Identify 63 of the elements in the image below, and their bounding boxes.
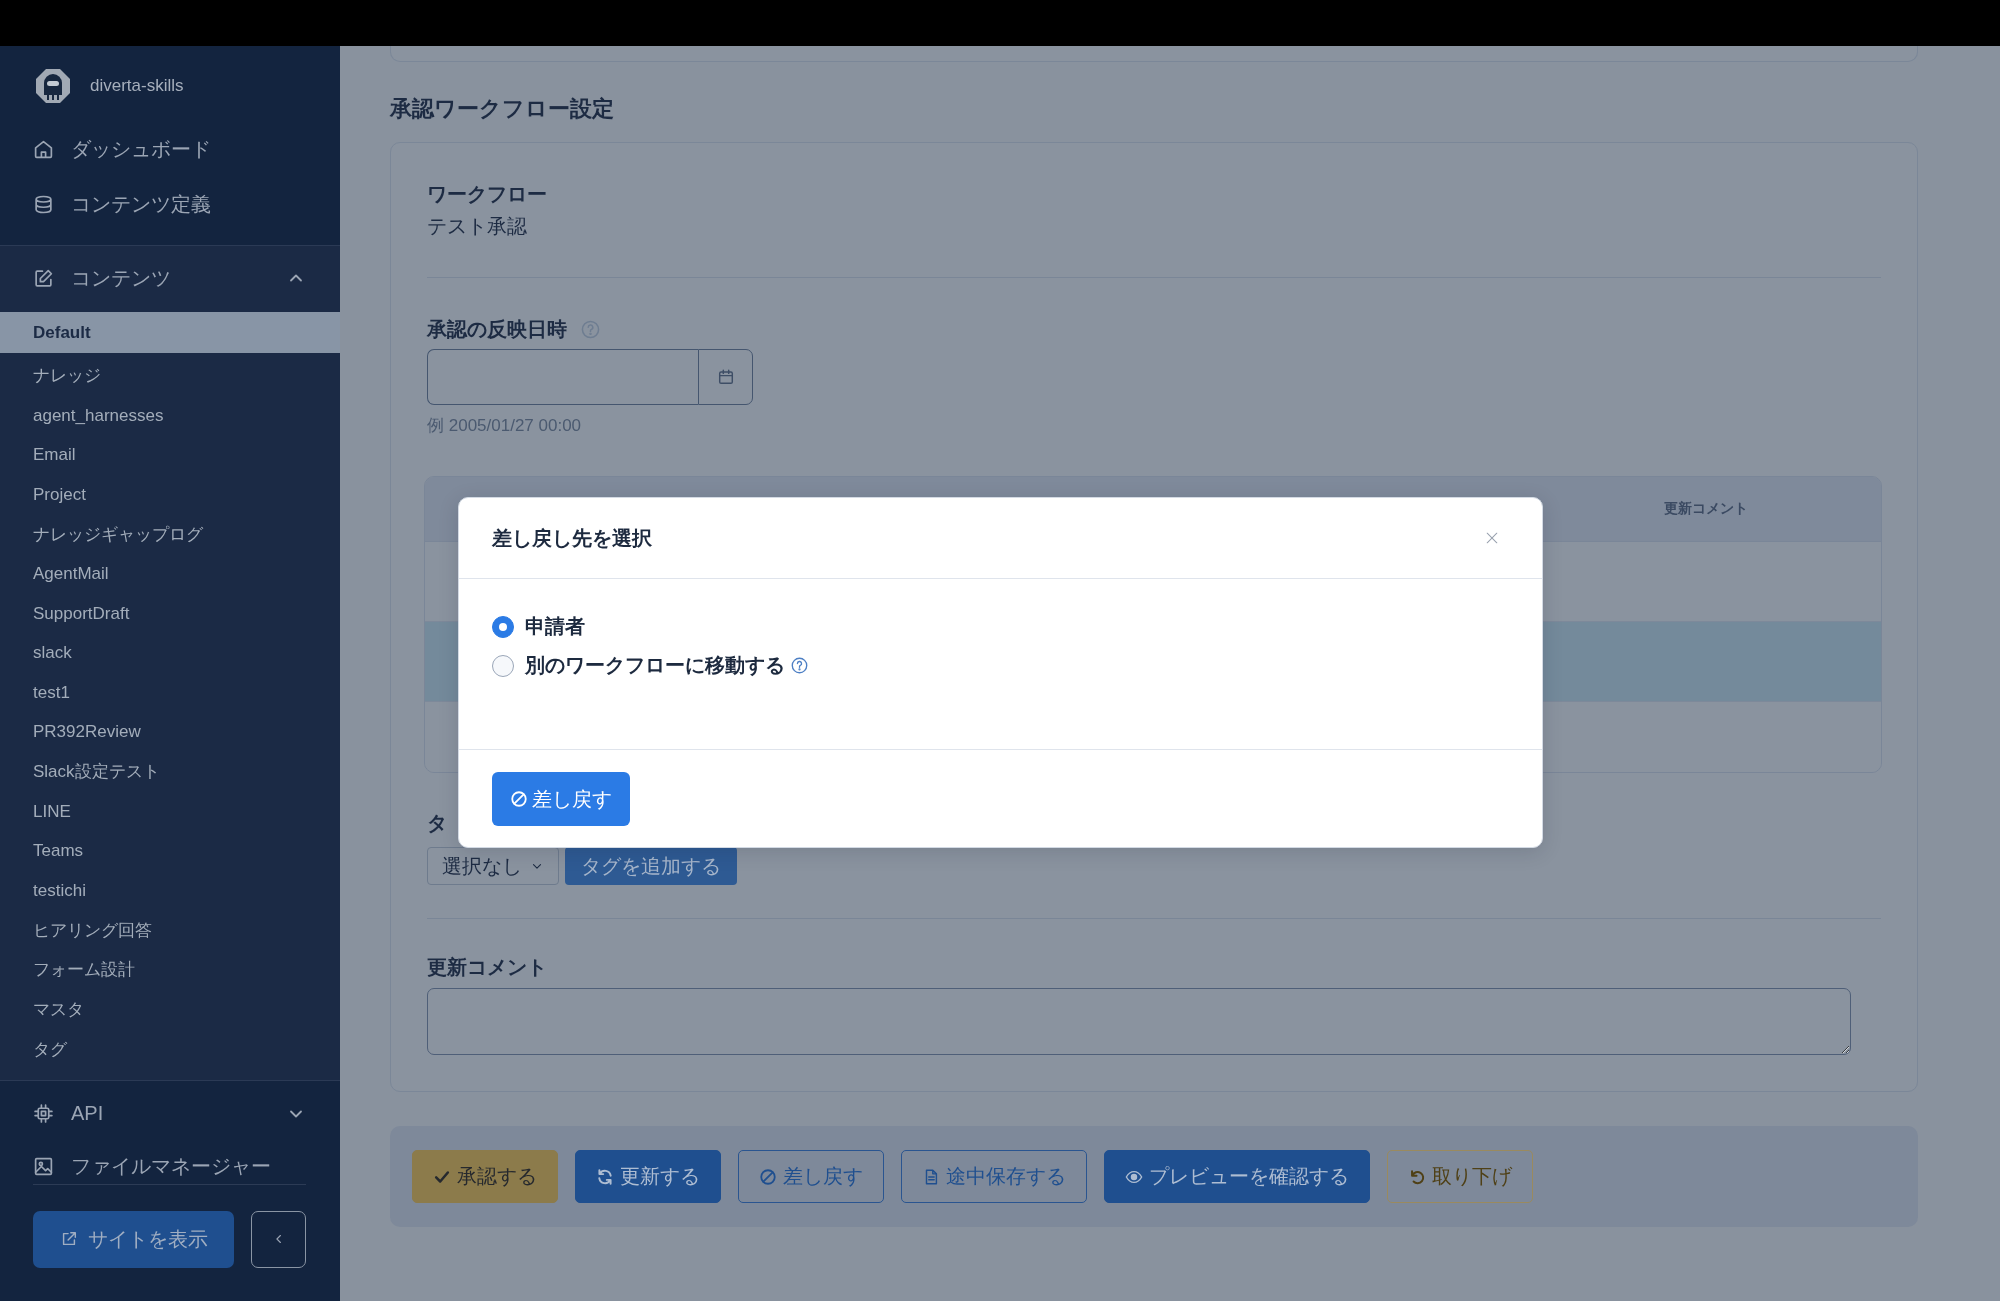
view-site-button[interactable]: サイトを表示 bbox=[33, 1210, 234, 1268]
prohibited-icon bbox=[759, 1167, 777, 1186]
radio-button[interactable] bbox=[492, 615, 514, 638]
sidebar-link[interactable]: ファイルマネージャー bbox=[33, 1148, 306, 1185]
return-button[interactable]: 差し戻す bbox=[492, 772, 630, 826]
modal-title: 差し戻し先を選択 bbox=[492, 525, 652, 551]
sidebar-group-toggle[interactable]: API bbox=[0, 1088, 340, 1139]
close-button[interactable] bbox=[1484, 530, 1500, 546]
sidebar-item[interactable]: test1 bbox=[0, 672, 340, 713]
help-icon bbox=[581, 319, 600, 339]
comment-field[interactable] bbox=[427, 988, 1851, 1055]
field-label: タ bbox=[427, 811, 447, 836]
calendar-button[interactable] bbox=[698, 349, 753, 405]
sidebar-item[interactable]: AgentMail bbox=[0, 554, 340, 594]
database-icon bbox=[33, 193, 54, 215]
column-header: 更新コメント bbox=[1663, 500, 1749, 518]
action-button[interactable]: プレビューを確認する bbox=[1104, 1150, 1370, 1203]
date-input[interactable] bbox=[427, 349, 698, 405]
sidebar-item[interactable]: マスタ bbox=[0, 989, 340, 1030]
chip-icon bbox=[33, 1103, 54, 1125]
sidebar-item[interactable]: Teams bbox=[0, 831, 340, 871]
radio-label[interactable]: 別のワークフローに移動する bbox=[525, 652, 785, 679]
sidebar-item[interactable]: testichi bbox=[0, 870, 340, 911]
sidebar-item[interactable]: Default bbox=[0, 312, 340, 353]
prohibited-icon bbox=[510, 790, 528, 808]
sidebar-item[interactable]: ヒアリング回答 bbox=[0, 910, 340, 951]
home-icon bbox=[33, 138, 54, 160]
site-name: diverta-skills bbox=[90, 76, 184, 96]
close-icon bbox=[1484, 530, 1500, 546]
nav-item[interactable]: ダッシュボード bbox=[0, 121, 340, 177]
radio-button[interactable] bbox=[492, 654, 514, 677]
tag-select[interactable]: 選択なし bbox=[427, 847, 559, 885]
edit-icon bbox=[33, 267, 54, 289]
collapse-sidebar-button[interactable] bbox=[251, 1210, 306, 1268]
sidebar-item[interactable]: PR392Review bbox=[0, 712, 340, 753]
sidebar-item[interactable]: Email bbox=[0, 435, 340, 475]
radio-label[interactable]: 申請者 bbox=[525, 613, 585, 640]
field-hint: 例 2005/01/27 00:00 bbox=[427, 415, 582, 437]
sidebar-item[interactable]: SupportDraft bbox=[0, 593, 340, 634]
field-label: ワークフロー bbox=[427, 182, 547, 207]
field-value: テスト承認 bbox=[427, 214, 527, 239]
field-label: 承認の反映日時 bbox=[427, 317, 567, 342]
sidebar-item[interactable]: ナレッジ bbox=[0, 356, 340, 396]
image-icon bbox=[33, 1155, 54, 1177]
logo-icon bbox=[35, 68, 71, 104]
sidebar-item[interactable]: Slack設定テスト bbox=[0, 752, 340, 792]
sidebar-item[interactable]: フォーム設計 bbox=[0, 950, 340, 990]
action-button[interactable]: 承認する bbox=[412, 1150, 558, 1203]
sidebar-item[interactable]: slack bbox=[0, 633, 340, 673]
calendar-icon bbox=[716, 368, 735, 386]
section-title: 承認ワークフロー設定 bbox=[390, 95, 615, 123]
sidebar-item[interactable]: LINE bbox=[0, 791, 340, 832]
add-tag-button[interactable]: タグを追加する bbox=[565, 847, 737, 885]
undo-icon bbox=[1408, 1167, 1426, 1186]
sidebar-item[interactable]: ナレッジギャップログ bbox=[0, 514, 340, 555]
sidebar-item[interactable]: Project bbox=[0, 474, 340, 515]
refresh-icon bbox=[596, 1167, 614, 1186]
sidebar-item[interactable]: タグ bbox=[0, 1029, 340, 1069]
sidebar-group-toggle[interactable]: コンテンツ bbox=[0, 250, 340, 306]
action-button[interactable]: 更新する bbox=[575, 1150, 721, 1203]
nav-item[interactable]: コンテンツ定義 bbox=[0, 176, 340, 232]
field-label: 更新コメント bbox=[427, 955, 547, 980]
sidebar-item[interactable]: agent_harnesses bbox=[0, 395, 340, 436]
